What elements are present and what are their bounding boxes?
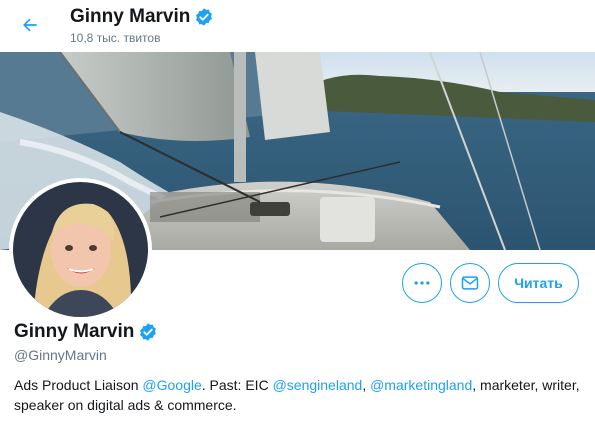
bio-link-google[interactable]: @Google bbox=[142, 377, 201, 393]
more-icon bbox=[414, 281, 430, 285]
back-arrow-icon bbox=[23, 18, 37, 32]
message-button[interactable] bbox=[450, 263, 490, 303]
bio-text: . Past: EIC bbox=[201, 377, 273, 393]
profile-handle: @GinnyMarvin bbox=[14, 347, 107, 363]
bio-link-sengineland[interactable]: @sengineland bbox=[273, 377, 363, 393]
profile-header: Ginny Marvin 10,8 тыс. твитов bbox=[0, 0, 595, 52]
bio-link-marketingland[interactable]: @marketingland bbox=[370, 377, 472, 393]
verified-badge-icon bbox=[196, 8, 213, 26]
message-icon bbox=[461, 276, 479, 290]
follow-button[interactable]: Читать bbox=[498, 263, 579, 303]
more-options-button[interactable] bbox=[402, 263, 442, 303]
header-name-text: Ginny Marvin bbox=[70, 6, 191, 27]
bio-text: Ads Product Liaison bbox=[14, 377, 143, 393]
profile-avatar[interactable] bbox=[9, 178, 152, 321]
avatar-photo bbox=[13, 182, 148, 317]
profile-bio: Ads Product Liaison @Google. Past: EIC @… bbox=[14, 375, 584, 415]
header-display-name: Ginny Marvin bbox=[70, 5, 214, 29]
tweet-count: 10,8 тыс. твитов bbox=[70, 31, 161, 45]
profile-display-name: Ginny Marvin bbox=[14, 320, 158, 344]
back-button[interactable] bbox=[14, 9, 46, 41]
verified-badge-icon bbox=[140, 323, 157, 341]
bio-text: , bbox=[362, 377, 371, 393]
profile-name-text: Ginny Marvin bbox=[14, 321, 135, 342]
